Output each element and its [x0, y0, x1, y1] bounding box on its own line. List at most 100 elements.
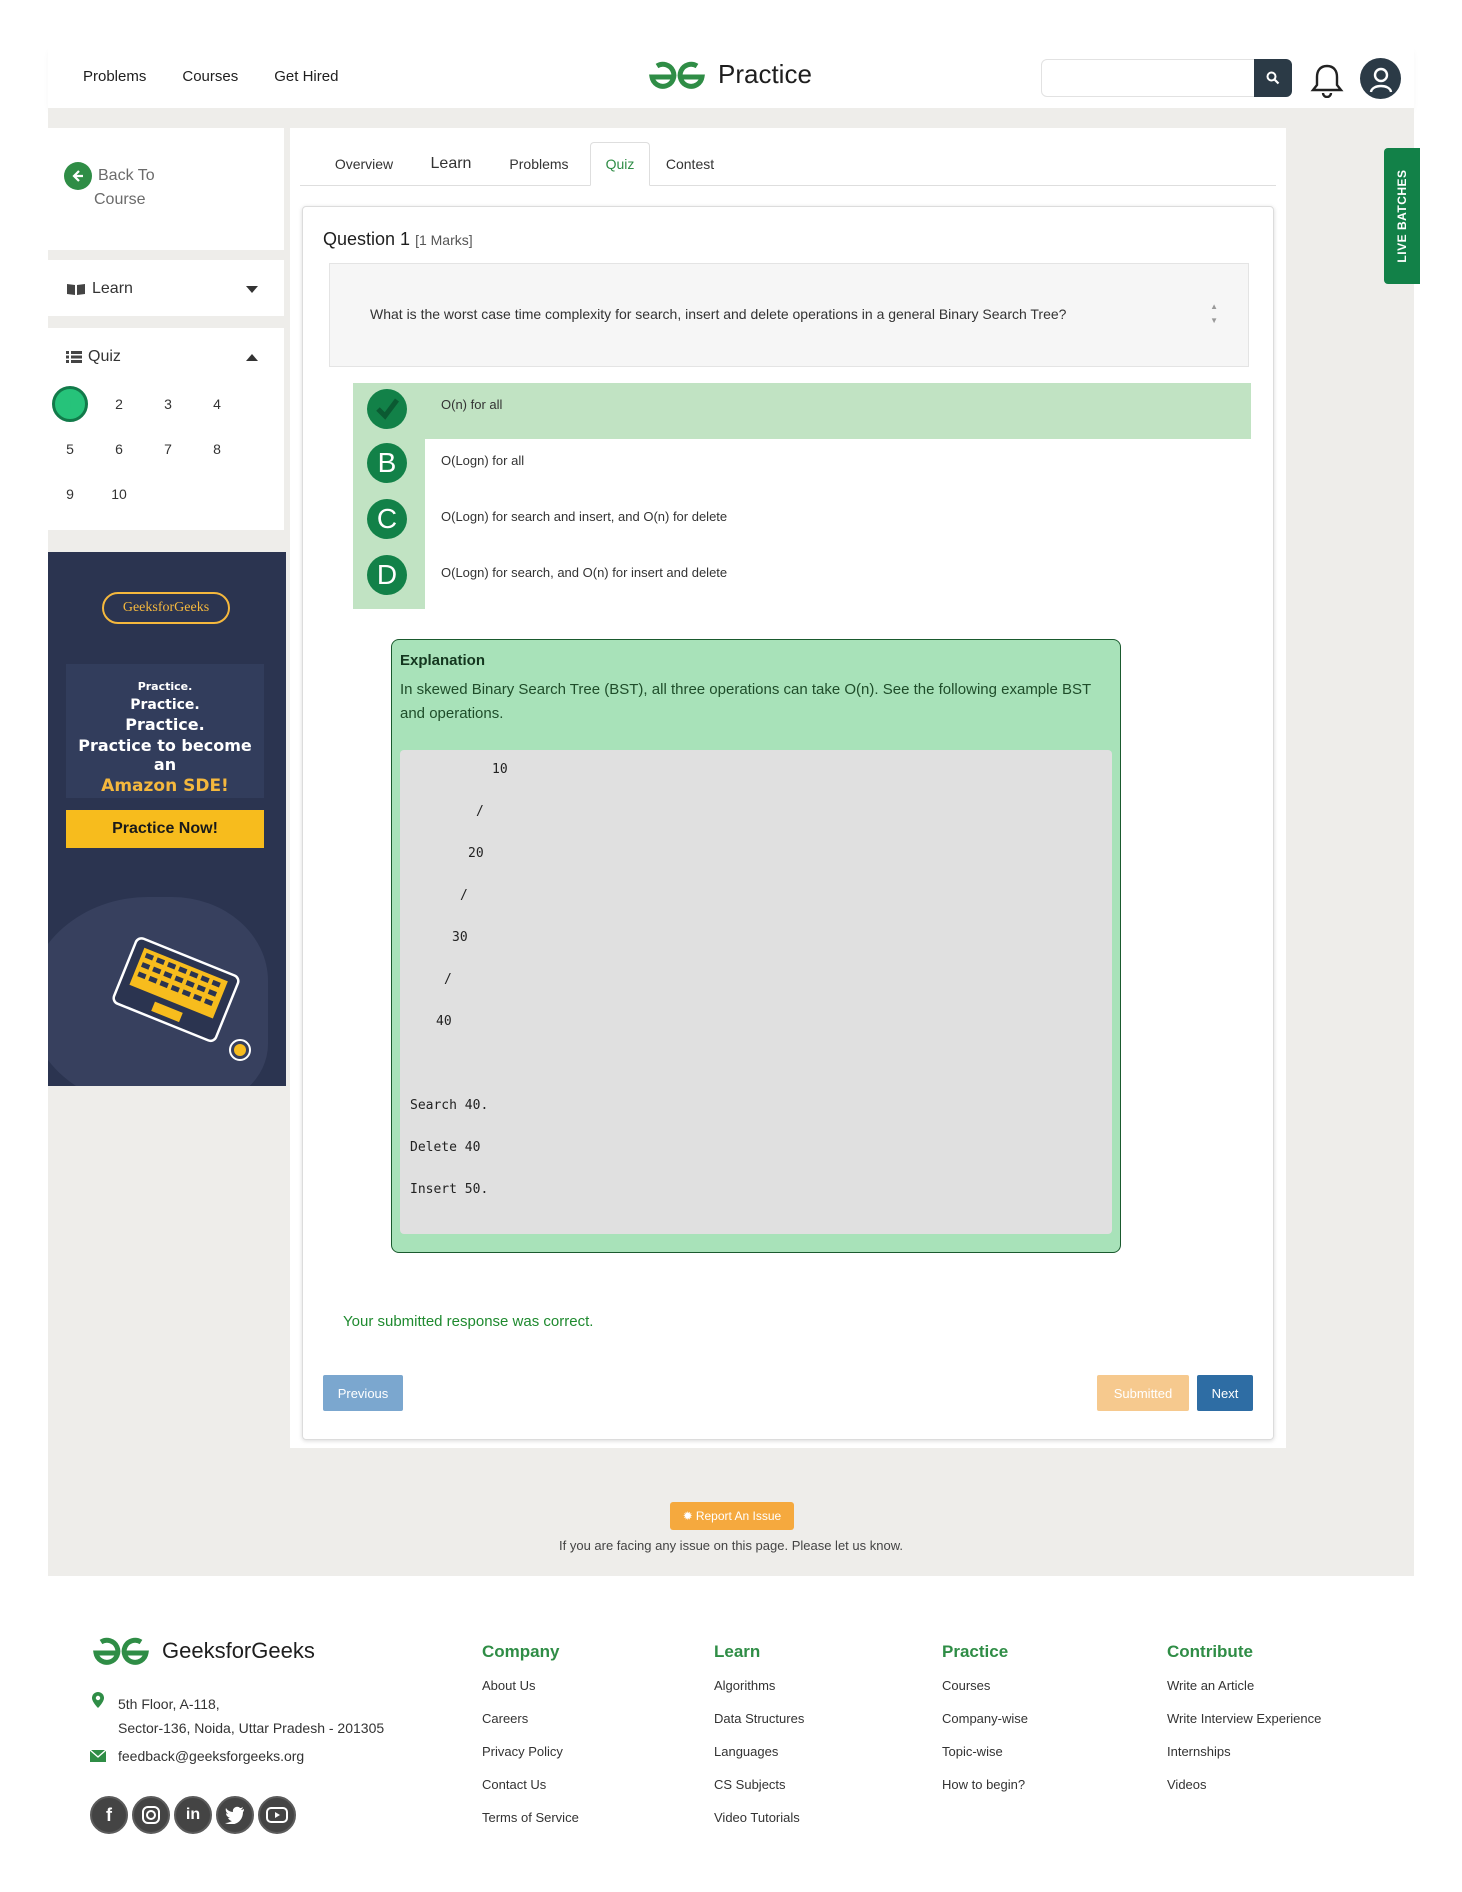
- footer-brand[interactable]: GeeksforGeeks: [92, 1636, 315, 1666]
- back-to-course[interactable]: Back To Course: [48, 128, 284, 250]
- explanation-title: Explanation: [400, 652, 486, 669]
- footer-col-title: Practice: [942, 1642, 1009, 1661]
- code-line: 40: [436, 1014, 452, 1029]
- footer-col-title: Contribute: [1167, 1642, 1253, 1661]
- top-navbar: Problems Courses Get Hired Practice: [48, 42, 1414, 108]
- footer-link[interactable]: How to begin?: [942, 1775, 1028, 1808]
- quiz-question-number[interactable]: 4: [199, 386, 235, 422]
- brand-logo[interactable]: Practice: [648, 59, 812, 90]
- footer: GeeksforGeeks 5th Floor, A-118, Sector-1…: [0, 1576, 1462, 1892]
- tab-contest[interactable]: Contest: [650, 142, 730, 186]
- quiz-question-number[interactable]: 1: [52, 386, 88, 422]
- search-button[interactable]: [1254, 59, 1292, 97]
- nav-courses[interactable]: Courses: [182, 68, 238, 85]
- tab-problems[interactable]: Problems: [492, 142, 586, 186]
- footer-link[interactable]: Courses: [942, 1676, 1028, 1709]
- twitter-icon[interactable]: [216, 1796, 254, 1834]
- scroll-arrows-icon[interactable]: ▲ ▼: [1210, 300, 1218, 328]
- quiz-question-number[interactable]: 3: [150, 386, 186, 422]
- instagram-icon[interactable]: [132, 1796, 170, 1834]
- quiz-question-number[interactable]: 9: [52, 476, 88, 512]
- option-d-text[interactable]: O(Logn) for search, and O(n) for insert …: [441, 565, 727, 580]
- user-icon: [1369, 67, 1392, 92]
- quiz-question-number[interactable]: 6: [101, 431, 137, 467]
- footer-link[interactable]: Videos: [1167, 1775, 1321, 1808]
- quiz-question-number[interactable]: 10: [101, 476, 137, 512]
- quiz-question-number[interactable]: 2: [101, 386, 137, 422]
- option-d-letter[interactable]: D: [367, 555, 407, 595]
- tab-quiz[interactable]: Quiz: [590, 142, 650, 186]
- quiz-question-number[interactable]: 8: [199, 431, 235, 467]
- ad-line1: Practice.: [137, 680, 193, 693]
- footer-link[interactable]: Company-wise: [942, 1709, 1028, 1742]
- option-b-letter[interactable]: B: [367, 443, 407, 483]
- footer-link[interactable]: Languages: [714, 1742, 804, 1775]
- previous-button[interactable]: Previous: [323, 1375, 403, 1411]
- back-line2: Course: [94, 191, 146, 208]
- option-a-check-icon[interactable]: [367, 389, 407, 429]
- sidebar-quiz-label: Quiz: [88, 348, 121, 365]
- footer-link[interactable]: Data Structures: [714, 1709, 804, 1742]
- option-c-letter[interactable]: C: [367, 499, 407, 539]
- footer-link[interactable]: CS Subjects: [714, 1775, 804, 1808]
- live-batches-tab[interactable]: LIVE BATCHES: [1384, 148, 1420, 284]
- user-avatar[interactable]: [1360, 58, 1401, 99]
- code-line: Delete 40: [410, 1140, 481, 1155]
- notification-bell-icon[interactable]: [1310, 62, 1344, 98]
- sidebar-learn-dropdown[interactable]: Learn: [48, 260, 284, 316]
- facebook-icon[interactable]: f: [90, 1796, 128, 1834]
- code-line: /: [460, 888, 468, 903]
- tab-overview[interactable]: Overview: [318, 142, 410, 186]
- quiz-question-number[interactable]: 7: [150, 431, 186, 467]
- footer-address: 5th Floor, A-118, Sector-136, Noida, Utt…: [118, 1692, 384, 1740]
- footer-link[interactable]: About Us: [482, 1676, 579, 1709]
- report-issue-button[interactable]: ✹ Report An Issue: [670, 1502, 794, 1530]
- footer-link[interactable]: Privacy Policy: [482, 1742, 579, 1775]
- question-marks: [1 Marks]: [415, 232, 473, 248]
- quiz-question-number[interactable]: 5: [52, 431, 88, 467]
- next-button[interactable]: Next: [1197, 1375, 1253, 1411]
- address-line2: Sector-136, Noida, Uttar Pradesh - 20130…: [118, 1720, 385, 1736]
- youtube-icon[interactable]: [258, 1796, 296, 1834]
- search-input[interactable]: [1041, 59, 1255, 97]
- chevron-up-icon[interactable]: [246, 354, 258, 361]
- address-line1: 5th Floor, A-118,: [118, 1696, 220, 1712]
- footer-link[interactable]: Internships: [1167, 1742, 1321, 1775]
- selected-option-highlight: [425, 383, 1251, 439]
- ad-brand-logo: GeeksforGeeks: [102, 592, 230, 624]
- chevron-down-icon: [246, 286, 258, 293]
- back-line1: Back To: [98, 167, 155, 184]
- nav-get-hired[interactable]: Get Hired: [274, 68, 338, 85]
- promo-ad-banner[interactable]: GeeksforGeeks Practice. Practice. Practi…: [48, 552, 286, 1086]
- footer-link[interactable]: Algorithms: [714, 1676, 804, 1709]
- submitted-button[interactable]: Submitted: [1097, 1375, 1189, 1411]
- sidebar-learn-title: Learn: [66, 280, 133, 298]
- footer-link[interactable]: Contact Us: [482, 1775, 579, 1808]
- tab-learn[interactable]: Learn: [410, 142, 492, 186]
- option-c-text[interactable]: O(Logn) for search and insert, and O(n) …: [441, 509, 727, 524]
- footer-link[interactable]: Video Tutorials: [714, 1808, 804, 1841]
- footer-col-title: Learn: [714, 1642, 761, 1661]
- explanation-box: Explanation In skewed Binary Search Tree…: [391, 639, 1121, 1253]
- option-b-text[interactable]: O(Logn) for all: [441, 453, 524, 468]
- book-icon: [67, 284, 85, 295]
- gfg-logo-icon: [649, 61, 705, 89]
- footer-link[interactable]: Write Interview Experience: [1167, 1709, 1321, 1742]
- ad-practice-now-button[interactable]: Practice Now!: [66, 810, 264, 848]
- option-a-text[interactable]: O(n) for all: [441, 397, 502, 412]
- footer-link[interactable]: Careers: [482, 1709, 579, 1742]
- bug-icon: ✹: [682, 1509, 693, 1523]
- back-arrow-icon: [64, 162, 92, 190]
- code-line: /: [476, 804, 484, 819]
- footer-col-practice: Practice Courses Company-wise Topic-wise…: [942, 1642, 1028, 1808]
- footer-link[interactable]: Terms of Service: [482, 1808, 579, 1841]
- footer-link[interactable]: Write an Article: [1167, 1676, 1321, 1709]
- location-pin-icon: [92, 1692, 104, 1708]
- nav-problems[interactable]: Problems: [83, 68, 146, 85]
- explanation-text: In skewed Binary Search Tree (BST), all …: [400, 681, 1091, 722]
- footer-email[interactable]: feedback@geeksforgeeks.org: [118, 1748, 304, 1764]
- sidebar-quiz-title[interactable]: Quiz: [66, 348, 121, 366]
- footer-link[interactable]: Topic-wise: [942, 1742, 1028, 1775]
- ad-line3: Practice.: [125, 715, 205, 734]
- linkedin-icon[interactable]: in: [174, 1796, 212, 1834]
